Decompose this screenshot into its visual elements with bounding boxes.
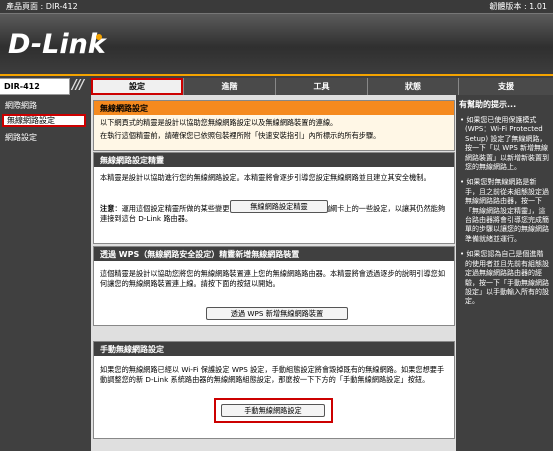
- wizard-text: 本精靈是設計以協助進行您的無線網路設定。本精靈將會逐步引導您設定無線網路並且建立…: [100, 173, 431, 182]
- manual-wireless-setup-button[interactable]: 手動無線網路設定: [221, 404, 325, 417]
- help-tip-wps: • 如果您已使用保護模式 (WPS：Wi-Fi Protected Setup)…: [460, 116, 549, 172]
- help-title: 有幫助的提示...: [459, 100, 517, 109]
- help-tip-manual: • 如果您認為自己是個進階的使用者並且先前有組態設定過無線網路路由器的經驗，按一…: [460, 250, 549, 306]
- product-page-label: 產品頁面 : DIR-412: [6, 2, 78, 11]
- sidebar-item-wireless[interactable]: 無線網路設定: [2, 114, 86, 127]
- model-label: DIR-412: [0, 78, 70, 95]
- sidebar-item-network[interactable]: 網路設定: [2, 131, 86, 144]
- wizard-panel: 無線網路設定精靈 本精靈是設計以協助進行您的無線網路設定。本精靈將會逐步引導您設…: [93, 152, 455, 244]
- intro-title: 無線網路設定: [94, 101, 454, 115]
- help-tip-wizard: • 如果您對無線網路是新手，且之前從未組態設定過無線網路路由器，按一下「無線網路…: [460, 178, 549, 243]
- main-content: 無線網路設定 以下網頁式的精靈是設計以協助您無線網路設定以及無線網路裝置的連線。…: [91, 95, 456, 451]
- manual-text: 如果您的無線網路已經以 Wi-Fi 保護設定 WPS 設定，手動組態設定將會毀掉…: [100, 365, 445, 384]
- sidebar-item-internet[interactable]: 網際網路: [2, 99, 86, 112]
- wizard-title: 無線網路設定精靈: [94, 153, 454, 167]
- slash-decoration: ///: [72, 78, 84, 93]
- manual-title: 手動無線網路設定: [94, 342, 454, 356]
- intro-line-1: 以下網頁式的精靈是設計以協助您無線網路設定以及無線網路裝置的連線。: [100, 118, 338, 127]
- logo-dot-icon: [96, 34, 102, 40]
- wps-title: 透過 WPS（無線網路安全設定）精靈新增無線網路裝置: [94, 247, 454, 261]
- wps-text: 這個精靈是設計以協助您將您的無線網路裝置連上您的無線網路路由器。本精靈將會透過逐…: [100, 269, 446, 288]
- tab-setup[interactable]: 設定: [91, 78, 183, 95]
- top-info-bar: 產品頁面 : DIR-412 韌體版本 : 1.01: [0, 0, 553, 14]
- wireless-wizard-button[interactable]: 無線網路設定精靈: [230, 200, 328, 213]
- tab-advanced[interactable]: 進階: [183, 78, 275, 95]
- wps-panel: 透過 WPS（無線網路安全設定）精靈新增無線網路裝置 這個精靈是設計以協助您將您…: [93, 246, 455, 326]
- left-sidebar: 網際網路 無線網路設定 網路設定: [0, 95, 91, 451]
- header-banner: D-Link: [0, 14, 553, 76]
- tab-tools[interactable]: 工具: [275, 78, 367, 95]
- manual-panel: 手動無線網路設定 如果您的無線網路已經以 Wi-Fi 保護設定 WPS 設定，手…: [93, 341, 455, 439]
- wizard-note-label: 注意: [100, 204, 115, 213]
- add-wps-device-button[interactable]: 透過 WPS 新增無線網路裝置: [206, 307, 348, 320]
- intro-line-2: 在執行這個精靈前，請確保您已依照包裝裡所附「快速安裝指引」內所標示的所有步驟。: [100, 131, 381, 140]
- help-sidebar: 有幫助的提示... • 如果您已使用保護模式 (WPS：Wi-Fi Protec…: [456, 95, 553, 451]
- intro-panel: 無線網路設定 以下網頁式的精靈是設計以協助您無線網路設定以及無線網路裝置的連線。…: [93, 100, 455, 151]
- tab-support[interactable]: 支援: [458, 78, 553, 95]
- dlink-logo: D-Link: [8, 29, 106, 60]
- firmware-version-label: 韌體版本 : 1.01: [489, 2, 547, 11]
- tab-status[interactable]: 狀態: [367, 78, 458, 95]
